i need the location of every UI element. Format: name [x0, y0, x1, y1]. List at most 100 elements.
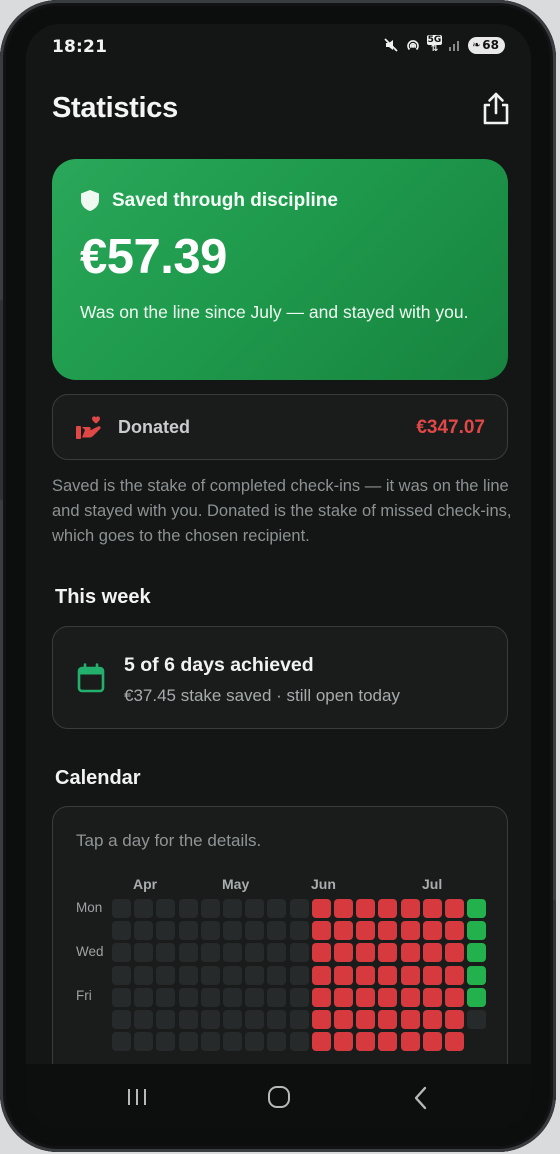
- calendar-day-cell[interactable]: [400, 899, 420, 918]
- calendar-day-cell[interactable]: [445, 943, 464, 963]
- calendar-day-cell[interactable]: [112, 1032, 131, 1052]
- calendar-day-cell[interactable]: [200, 1032, 220, 1052]
- calendar-day-cell[interactable]: [178, 987, 198, 1007]
- calendar-day-cell[interactable]: [156, 943, 176, 963]
- home-icon[interactable]: [268, 1086, 290, 1108]
- calendar-day-cell[interactable]: [289, 1032, 309, 1052]
- calendar-day-cell[interactable]: [400, 1032, 420, 1052]
- calendar-day-cell[interactable]: [112, 965, 131, 985]
- calendar-day-cell[interactable]: [378, 899, 398, 918]
- calendar-day-cell[interactable]: [445, 987, 464, 1007]
- calendar-day-cell[interactable]: [356, 921, 376, 941]
- calendar-day-cell[interactable]: [400, 921, 420, 941]
- share-icon[interactable]: [481, 92, 511, 126]
- calendar-day-cell[interactable]: [400, 1010, 420, 1029]
- calendar-day-cell[interactable]: [245, 921, 265, 941]
- calendar-day-cell[interactable]: [445, 1010, 464, 1029]
- calendar-day-cell[interactable]: [200, 921, 220, 941]
- calendar-day-cell[interactable]: [334, 899, 353, 918]
- calendar-day-cell[interactable]: [178, 1010, 198, 1029]
- calendar-day-cell[interactable]: [245, 899, 265, 918]
- calendar-day-cell[interactable]: [400, 987, 420, 1007]
- calendar-day-cell[interactable]: [178, 921, 198, 941]
- calendar-day-cell[interactable]: [223, 1010, 242, 1029]
- calendar-day-cell[interactable]: [223, 1032, 242, 1052]
- calendar-day-cell[interactable]: [112, 899, 131, 918]
- this-week-card[interactable]: 5 of 6 days achieved €37.45 stake saved …: [52, 626, 508, 729]
- calendar-day-cell[interactable]: [445, 965, 464, 985]
- calendar-day-cell[interactable]: [134, 965, 154, 985]
- calendar-day-cell[interactable]: [156, 965, 176, 985]
- calendar-day-cell[interactable]: [245, 1032, 265, 1052]
- calendar-day-cell[interactable]: [334, 943, 353, 963]
- calendar-day-cell[interactable]: [378, 1010, 398, 1029]
- calendar-day-cell[interactable]: [289, 943, 309, 963]
- calendar-day-cell[interactable]: [267, 1032, 287, 1052]
- calendar-day-cell[interactable]: [422, 1032, 442, 1052]
- calendar-day-cell[interactable]: [223, 921, 242, 941]
- calendar-day-cell[interactable]: [311, 1010, 331, 1029]
- calendar-day-cell[interactable]: [112, 987, 131, 1007]
- calendar-day-cell[interactable]: [200, 1010, 220, 1029]
- calendar-day-cell[interactable]: [356, 965, 376, 985]
- calendar-day-cell[interactable]: [289, 899, 309, 918]
- calendar-day-cell[interactable]: [311, 987, 331, 1007]
- calendar-day-cell[interactable]: [467, 921, 487, 941]
- calendar-day-cell[interactable]: [334, 1010, 353, 1029]
- calendar-day-cell[interactable]: [311, 943, 331, 963]
- calendar-day-cell[interactable]: [200, 987, 220, 1007]
- calendar-day-cell[interactable]: [112, 921, 131, 941]
- donated-card[interactable]: Donated €347.07: [52, 394, 508, 460]
- calendar-day-cell[interactable]: [267, 987, 287, 1007]
- calendar-day-cell[interactable]: [378, 965, 398, 985]
- calendar-day-cell[interactable]: [267, 943, 287, 963]
- calendar-day-cell[interactable]: [445, 899, 464, 918]
- calendar-day-cell[interactable]: [267, 899, 287, 918]
- calendar-day-cell[interactable]: [245, 965, 265, 985]
- calendar-day-cell[interactable]: [311, 1032, 331, 1052]
- calendar-day-cell[interactable]: [178, 943, 198, 963]
- calendar-day-cell[interactable]: [467, 899, 487, 918]
- calendar-day-cell[interactable]: [445, 1032, 464, 1052]
- calendar-day-cell[interactable]: [334, 987, 353, 1007]
- calendar-day-cell[interactable]: [356, 987, 376, 1007]
- calendar-day-cell[interactable]: [289, 987, 309, 1007]
- calendar-day-cell[interactable]: [223, 899, 242, 918]
- calendar-day-cell[interactable]: [267, 921, 287, 941]
- calendar-day-cell[interactable]: [422, 987, 442, 1007]
- calendar-day-cell[interactable]: [134, 921, 154, 941]
- calendar-day-cell[interactable]: [156, 987, 176, 1007]
- calendar-day-cell[interactable]: [378, 1032, 398, 1052]
- calendar-day-cell[interactable]: [356, 899, 376, 918]
- calendar-day-cell[interactable]: [356, 1032, 376, 1052]
- calendar-day-cell[interactable]: [334, 965, 353, 985]
- calendar-day-cell[interactable]: [200, 965, 220, 985]
- calendar-day-cell[interactable]: [445, 921, 464, 941]
- calendar-day-cell[interactable]: [245, 987, 265, 1007]
- calendar-day-cell[interactable]: [134, 1010, 154, 1029]
- calendar-day-cell[interactable]: [134, 943, 154, 963]
- calendar-day-cell[interactable]: [267, 965, 287, 985]
- calendar-day-cell[interactable]: [289, 1010, 309, 1029]
- calendar-day-cell[interactable]: [334, 1032, 353, 1052]
- calendar-day-cell[interactable]: [200, 943, 220, 963]
- calendar-day-cell[interactable]: [378, 921, 398, 941]
- calendar-day-cell[interactable]: [422, 1010, 442, 1029]
- calendar-day-cell[interactable]: [178, 1032, 198, 1052]
- calendar-day-cell[interactable]: [311, 899, 331, 918]
- calendar-day-cell[interactable]: [156, 1032, 176, 1052]
- calendar-day-cell[interactable]: [289, 965, 309, 985]
- calendar-day-cell[interactable]: [134, 987, 154, 1007]
- calendar-day-cell[interactable]: [289, 921, 309, 941]
- back-icon[interactable]: [411, 1086, 431, 1110]
- calendar-day-cell[interactable]: [156, 899, 176, 918]
- calendar-day-cell[interactable]: [311, 965, 331, 985]
- calendar-day-cell[interactable]: [334, 921, 353, 941]
- calendar-day-cell[interactable]: [112, 943, 131, 963]
- calendar-day-cell[interactable]: [223, 987, 242, 1007]
- calendar-day-cell[interactable]: [467, 1010, 487, 1029]
- calendar-day-cell[interactable]: [378, 943, 398, 963]
- calendar-day-cell[interactable]: [356, 1010, 376, 1029]
- calendar-day-cell[interactable]: [134, 1032, 154, 1052]
- calendar-day-cell[interactable]: [200, 899, 220, 918]
